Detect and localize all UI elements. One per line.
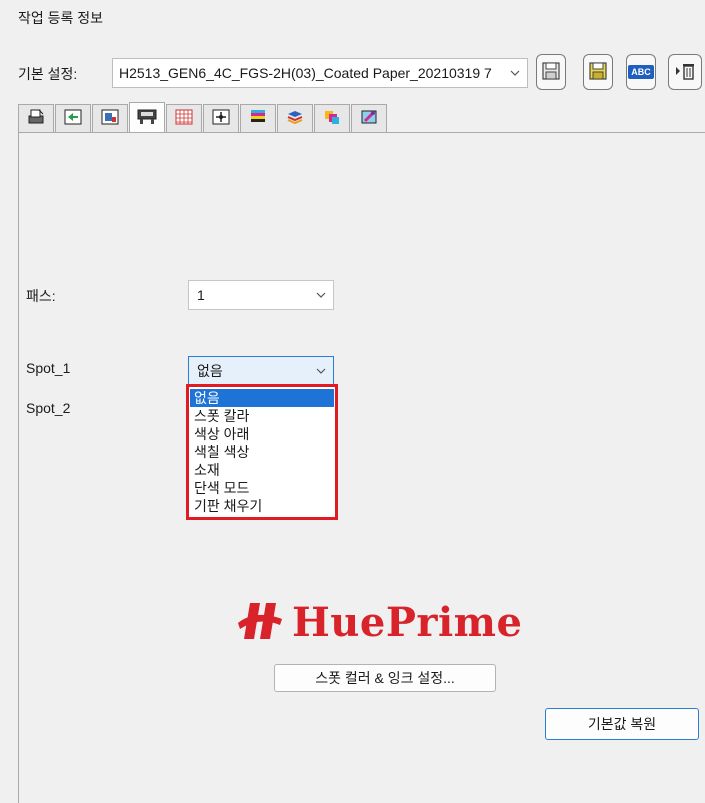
spot2-label: Spot_2 <box>26 400 71 416</box>
spot-color-ink-settings-button[interactable]: 스폿 컬러 & 잉크 설정... <box>274 664 496 692</box>
chevron-down-icon <box>507 65 523 81</box>
chevron-down-icon <box>313 363 329 379</box>
tab-media[interactable] <box>277 104 313 132</box>
dropdown-option-mono-mode[interactable]: 단색 모드 <box>190 479 334 497</box>
rename-button[interactable]: ABC <box>626 54 656 90</box>
delete-icon <box>674 61 696 84</box>
spot1-select-value: 없음 <box>197 363 223 379</box>
hueprime-logo: HuePrime <box>236 594 522 650</box>
pass-select[interactable]: 1 <box>188 280 334 310</box>
spot1-dropdown-list: 없음 스폿 칼라 색상 아래 색칠 색상 소재 단색 모드 기판 채우기 <box>186 384 338 520</box>
save-as-icon <box>588 61 608 84</box>
spot1-label: Spot_1 <box>26 360 71 376</box>
tab-print-mode[interactable] <box>129 102 165 132</box>
media-icon <box>285 108 305 129</box>
settings-panel <box>18 132 705 803</box>
dropdown-option-spot-color[interactable]: 스폿 칼라 <box>190 407 334 425</box>
hueprime-mark-icon <box>236 599 284 646</box>
save-icon <box>541 61 561 84</box>
dropdown-option-none[interactable]: 없음 <box>190 389 334 407</box>
position-icon <box>211 108 231 129</box>
rename-icon: ABC <box>628 65 654 79</box>
dropdown-option-fill-color[interactable]: 색칠 색상 <box>190 443 334 461</box>
restore-defaults-button[interactable]: 기본값 복원 <box>545 708 699 740</box>
tab-grid[interactable] <box>166 104 202 132</box>
delete-button[interactable] <box>668 54 702 90</box>
grid-icon <box>174 108 194 129</box>
dropdown-option-material[interactable]: 소재 <box>190 461 334 479</box>
preset-select[interactable]: H2513_GEN6_4C_FGS-2H(03)_Coated Paper_20… <box>112 58 528 88</box>
color-management-icon <box>322 108 342 129</box>
layout-icon <box>63 108 83 129</box>
logo-text: HuePrime <box>292 598 523 646</box>
save-as-button[interactable] <box>583 54 613 90</box>
preset-label: 기본 설정: <box>18 66 78 82</box>
window-title: 작업 등록 정보 <box>18 10 104 26</box>
preset-select-value: H2513_GEN6_4C_FGS-2H(03)_Coated Paper_20… <box>119 65 492 81</box>
print-mode-icon <box>136 107 158 128</box>
eyedropper-icon <box>359 108 379 129</box>
spot1-select[interactable]: 없음 <box>188 356 334 386</box>
tab-layout[interactable] <box>55 104 91 132</box>
dropdown-option-under-color[interactable]: 색상 아래 <box>190 425 334 443</box>
chevron-down-icon <box>313 287 329 303</box>
tab-eyedropper[interactable] <box>351 104 387 132</box>
tab-color-bars[interactable] <box>240 104 276 132</box>
tab-color-management[interactable] <box>314 104 350 132</box>
tab-image[interactable] <box>92 104 128 132</box>
color-bars-icon <box>248 108 268 129</box>
pass-label: 패스: <box>26 288 56 304</box>
save-button[interactable] <box>536 54 566 90</box>
dropdown-option-substrate-fill[interactable]: 기판 채우기 <box>190 497 334 515</box>
printer-icon <box>26 108 46 129</box>
image-icon <box>100 108 120 129</box>
tab-position[interactable] <box>203 104 239 132</box>
tab-printer[interactable] <box>18 104 54 132</box>
pass-select-value: 1 <box>197 287 205 303</box>
